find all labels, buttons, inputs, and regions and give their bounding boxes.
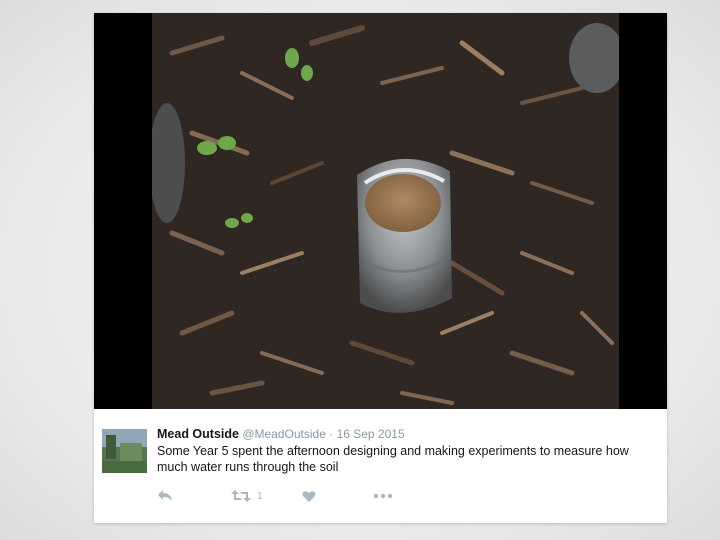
tweet-date[interactable]: 16 Sep 2015	[337, 427, 405, 441]
reply-icon	[157, 489, 173, 503]
tweet-actions: 1	[157, 485, 457, 507]
tweet-header: Mead Outside @MeadOutside · 16 Sep 2015	[157, 427, 405, 441]
tweet-card[interactable]: Mead Outside @MeadOutside · 16 Sep 2015 …	[94, 13, 667, 523]
tweet-body: Mead Outside @MeadOutside · 16 Sep 2015 …	[94, 409, 667, 523]
handle[interactable]: @MeadOutside	[242, 427, 326, 441]
tweet-text: Some Year 5 spent the afternoon designin…	[157, 444, 629, 474]
retweet-icon	[231, 489, 251, 503]
separator: ·	[329, 427, 334, 441]
display-name[interactable]: Mead Outside	[157, 427, 239, 441]
heart-icon	[302, 490, 316, 503]
reply-button[interactable]	[157, 485, 173, 507]
more-options-button[interactable]	[373, 485, 393, 507]
tweet-photo	[152, 13, 619, 409]
like-button[interactable]	[302, 485, 316, 507]
retweet-count: 1	[257, 490, 263, 502]
avatar[interactable]	[102, 429, 147, 473]
tweet-media[interactable]	[94, 13, 667, 409]
retweet-button[interactable]: 1	[231, 485, 263, 507]
more-options-icon	[373, 493, 393, 499]
